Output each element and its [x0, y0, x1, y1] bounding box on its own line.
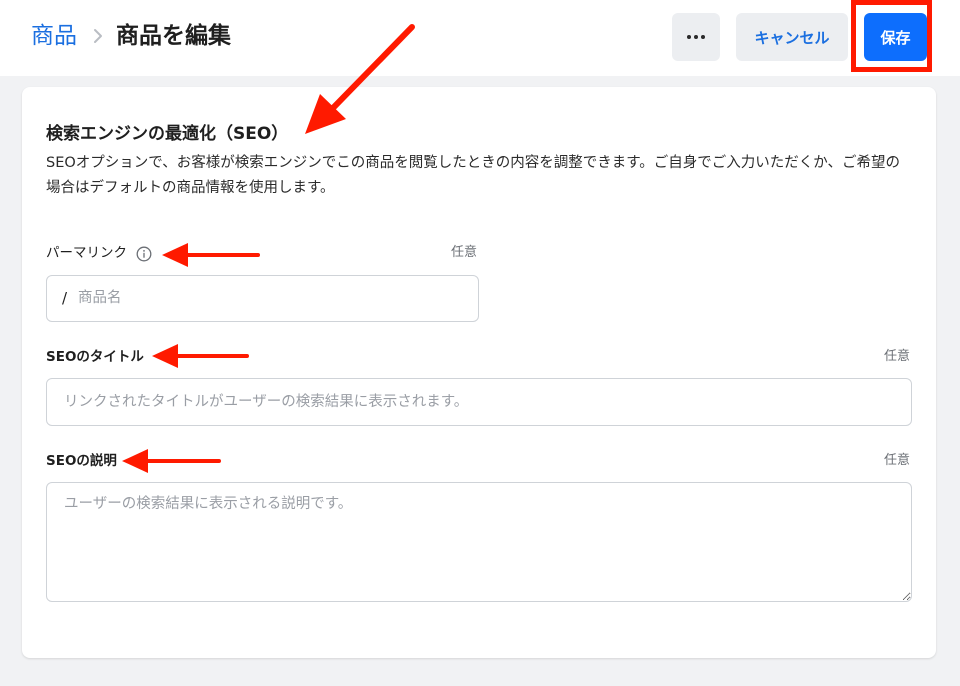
- ellipsis-icon: [687, 35, 691, 39]
- seo-title-label: SEOのタイトル: [46, 349, 144, 365]
- breadcrumb-products-link[interactable]: 商品: [31, 20, 77, 52]
- seo-description-textarea[interactable]: [46, 482, 912, 602]
- cancel-button[interactable]: キャンセル: [736, 13, 848, 61]
- permalink-prefix: /: [62, 289, 68, 307]
- seo-section-description: SEOオプションで、お客様が検索エンジンでこの商品を閲覧したときの内容を調整でき…: [46, 155, 900, 196]
- seo-description-label: SEOの説明: [46, 453, 117, 469]
- more-actions-button[interactable]: [672, 13, 720, 61]
- page-title: 商品を編集: [116, 23, 231, 49]
- seo-title-input[interactable]: [46, 378, 912, 426]
- chevron-right-icon: [94, 29, 102, 43]
- seo-section-title: 検索エンジンの最適化（SEO）: [46, 124, 289, 144]
- permalink-label: パーマリンク: [46, 245, 127, 261]
- info-icon[interactable]: [136, 246, 152, 262]
- seo-description-optional-label: 任意: [884, 453, 911, 468]
- permalink-optional-label: 任意: [451, 245, 478, 260]
- seo-title-optional-label: 任意: [884, 349, 911, 364]
- save-button[interactable]: 保存: [864, 13, 927, 61]
- permalink-input[interactable]: [78, 286, 468, 310]
